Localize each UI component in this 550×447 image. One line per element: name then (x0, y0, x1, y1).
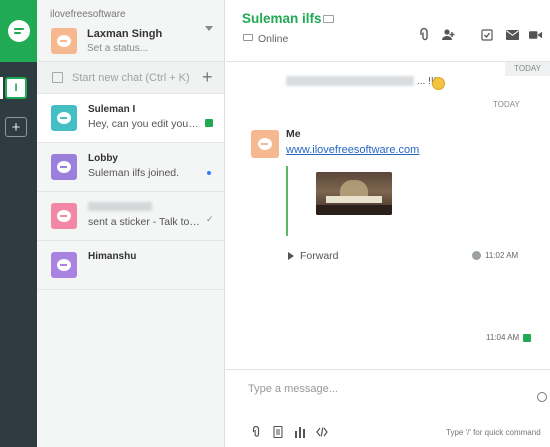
chat-bubble-icon (258, 138, 272, 150)
logo-icon (7, 20, 30, 42)
compose-icon (52, 72, 63, 83)
message-time: 11:02 AM (472, 251, 518, 260)
chat-title[interactable]: Suleman ilfs (242, 11, 322, 26)
left-rail: I + (0, 0, 37, 447)
chat-bubble-icon (57, 112, 71, 124)
conversation-avatar (51, 203, 77, 229)
conversation-preview: sent a sticker - Talk to t... (88, 216, 202, 228)
attachment-icon[interactable] (417, 28, 431, 42)
desktop-icon (243, 34, 253, 41)
redacted-message (286, 76, 414, 86)
attachment-icon[interactable] (250, 426, 262, 438)
conversation-title: Himanshu (88, 251, 137, 262)
message-time: 11:04 AM (486, 333, 520, 342)
conversation-preview: Suleman ilfs joined. (88, 167, 180, 179)
unread-badge (205, 119, 213, 127)
conversation-avatar (51, 105, 77, 131)
message-link[interactable]: www.ilovefreesoftware.com (286, 144, 419, 156)
emoji-icon (432, 77, 445, 90)
conversation-item[interactable]: Himanshu (37, 241, 224, 290)
conversation-title: Lobby (88, 153, 118, 164)
conversation-item[interactable]: sent a sticker - Talk to t... ✓ (37, 192, 224, 241)
conversation-item[interactable]: Lobby Suleman ilfs joined. (37, 143, 224, 192)
date-tag: TODAY (505, 62, 550, 76)
chat-bubble-icon (57, 35, 71, 47)
presence-status: Online (258, 33, 289, 45)
new-chat-bar[interactable]: Start new chat (Ctrl + K) + (37, 62, 224, 94)
status-text[interactable]: Set a status... (87, 43, 148, 54)
link-preview-image[interactable] (316, 172, 392, 215)
chevron-down-icon[interactable] (205, 26, 213, 31)
message-input[interactable] (248, 380, 528, 398)
chat-panel: Suleman ilfs Online TODAY ... !!! TODAY … (226, 0, 550, 447)
clock-icon (472, 251, 481, 260)
user-name: Laxman Singh (87, 28, 163, 40)
conversation-preview: Hey, can you edit your ... (88, 118, 202, 130)
forward-button[interactable]: Forward (288, 250, 339, 262)
sender-avatar (251, 130, 279, 158)
conversation-title: Suleman I (88, 104, 136, 115)
sender-name: Me (286, 128, 301, 140)
video-icon[interactable] (529, 28, 543, 42)
add-user-icon[interactable] (441, 28, 455, 42)
conversation-item[interactable]: Suleman I Hey, can you edit your ... (37, 94, 224, 143)
message-list: TODAY ... !!! TODAY Me www.ilovefreesoft… (226, 62, 550, 369)
document-icon[interactable] (272, 426, 284, 438)
emoji-picker-icon[interactable] (537, 392, 547, 402)
preview-floor (316, 205, 392, 215)
new-chat-plus-button[interactable]: + (202, 67, 213, 87)
conversation-avatar (51, 154, 77, 180)
link-preview-bar (286, 166, 288, 236)
user-avatar[interactable] (51, 28, 77, 54)
read-receipt-badge (523, 334, 531, 342)
profile-header[interactable]: ilovefreesoftware Laxman Singh Set a sta… (37, 0, 224, 62)
unread-dot (207, 171, 211, 175)
sidebar: ilovefreesoftware Laxman Singh Set a sta… (37, 0, 225, 447)
forward-label: Forward (300, 250, 339, 262)
mail-icon[interactable] (505, 28, 519, 42)
forward-icon (288, 252, 294, 260)
conversation-avatar (51, 252, 77, 278)
team-switch-button[interactable]: I (5, 77, 27, 99)
poll-icon[interactable] (294, 426, 306, 438)
message-time-label: 11:02 AM (485, 251, 519, 260)
composer-hint: Type '/' for quick command (446, 428, 541, 437)
message-composer: Type '/' for quick command (226, 369, 550, 447)
chat-header: Suleman ilfs Online (226, 0, 550, 62)
chat-bubble-icon (57, 259, 71, 271)
contact-card-icon[interactable] (323, 15, 334, 23)
chat-bubble-icon (57, 210, 71, 222)
redacted-name (88, 202, 152, 211)
date-divider: TODAY (493, 100, 520, 109)
task-icon[interactable] (480, 28, 494, 42)
org-name: ilovefreesoftware (50, 9, 126, 20)
active-team-indicator (0, 77, 3, 99)
check-icon: ✓ (206, 214, 214, 224)
group-chat-icon (57, 161, 71, 173)
new-chat-label: Start new chat (Ctrl + K) (72, 72, 190, 84)
app-logo[interactable] (0, 0, 37, 62)
code-icon[interactable] (316, 426, 328, 438)
add-team-button[interactable]: + (5, 117, 27, 137)
preview-banner (326, 196, 382, 203)
